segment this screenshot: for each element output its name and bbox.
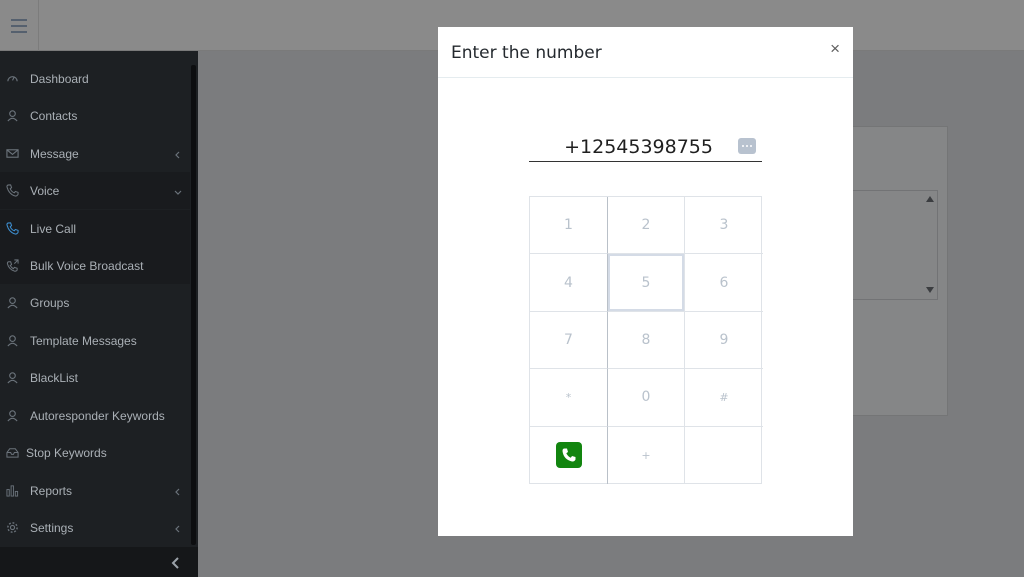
phone-number-input[interactable]	[529, 132, 719, 161]
blacklist-icon	[5, 371, 19, 385]
key-star[interactable]: *	[530, 369, 608, 427]
key-0[interactable]: 0	[608, 369, 685, 427]
sidebar-item-label: Stop Keywords	[26, 445, 107, 460]
envelope-icon	[5, 147, 19, 161]
phone-icon	[5, 222, 19, 236]
dialer-modal: Enter the number × 1 2 3 4 5 6 7 8 9 * 0…	[438, 27, 853, 536]
sidebar-item-label: Autoresponder Keywords	[30, 408, 165, 423]
sidebar-item-label: Reports	[30, 483, 73, 498]
chevron-down-icon	[174, 185, 184, 195]
key-2[interactable]: 2	[608, 197, 685, 255]
contacts-icon	[5, 109, 19, 123]
sidebar-item-bulk-voice-broadcast[interactable]: Bulk Voice Broadcast	[0, 247, 190, 284]
sidebar-scrollbar[interactable]	[191, 65, 196, 545]
sidebar-item-label: Dashboard	[30, 71, 89, 86]
phone-call-icon	[555, 442, 582, 469]
sidebar-item-autoresponder-keywords[interactable]: Autoresponder Keywords	[0, 397, 190, 434]
hamburger-menu-icon[interactable]	[0, 0, 39, 51]
sidebar-collapse-button[interactable]	[0, 547, 198, 577]
key-6[interactable]: 6	[685, 254, 763, 312]
sidebar-item-label: Settings	[30, 520, 74, 535]
sidebar-item-label: Bulk Voice Broadcast	[30, 258, 144, 273]
chevron-left-icon	[170, 556, 182, 569]
sidebar: Dashboard Contacts Message Voice Live Ca…	[0, 51, 198, 577]
gear-icon	[5, 521, 19, 535]
sidebar-item-groups[interactable]: Groups	[0, 284, 190, 321]
key-1[interactable]: 1	[530, 197, 608, 255]
sidebar-item-reports[interactable]: Reports	[0, 472, 190, 509]
modal-title: Enter the number	[451, 43, 602, 63]
sidebar-item-message[interactable]: Message	[0, 135, 190, 172]
autoresponder-icon	[5, 409, 19, 423]
sidebar-item-voice[interactable]: Voice	[0, 172, 190, 209]
key-3[interactable]: 3	[685, 197, 763, 255]
sidebar-item-label: Message	[30, 146, 79, 161]
phone-icon	[5, 184, 19, 198]
phone-number-field	[529, 132, 762, 162]
groups-icon	[5, 296, 19, 310]
phone-forward-icon	[5, 259, 19, 273]
sidebar-item-label: Groups	[30, 295, 70, 310]
key-hash[interactable]: #	[685, 369, 763, 427]
key-4[interactable]: 4	[530, 254, 608, 312]
close-icon[interactable]: ×	[830, 40, 840, 57]
sidebar-item-template-messages[interactable]: Template Messages	[0, 322, 190, 359]
template-icon	[5, 334, 19, 348]
key-5[interactable]: 5	[608, 254, 685, 312]
sidebar-item-dashboard[interactable]: Dashboard	[0, 60, 190, 97]
sidebar-item-blacklist[interactable]: BlackList	[0, 359, 190, 396]
sidebar-item-label: Contacts	[30, 108, 78, 123]
stop-icon	[5, 446, 19, 460]
background-listbox	[852, 190, 938, 300]
chevron-left-icon	[174, 485, 184, 496]
sidebar-item-settings[interactable]: Settings	[0, 509, 190, 546]
dial-keypad: 1 2 3 4 5 6 7 8 9 * 0 # +	[529, 196, 763, 484]
sidebar-item-label: BlackList	[30, 370, 79, 385]
chevron-left-icon	[174, 148, 184, 159]
sidebar-item-label: Live Call	[30, 221, 77, 236]
sidebar-item-contacts[interactable]: Contacts	[0, 97, 190, 134]
scroll-down-arrow-icon	[926, 287, 934, 293]
scroll-up-arrow-icon	[926, 196, 934, 202]
key-7[interactable]: 7	[530, 311, 608, 370]
dashboard-icon	[5, 72, 19, 86]
key-plus[interactable]: +	[608, 426, 685, 484]
sidebar-item-label: Voice	[30, 183, 60, 198]
modal-header: Enter the number ×	[438, 27, 853, 78]
bar-chart-icon	[5, 484, 19, 498]
call-button[interactable]	[530, 426, 608, 484]
key-8[interactable]: 8	[608, 311, 685, 370]
key-empty	[685, 427, 763, 484]
sidebar-item-label: Template Messages	[30, 333, 137, 348]
sidebar-item-live-call[interactable]: Live Call	[0, 210, 190, 247]
key-9[interactable]: 9	[685, 312, 763, 370]
sidebar-item-stop-keywords[interactable]: Stop Keywords	[0, 434, 190, 471]
chevron-left-icon	[174, 522, 184, 533]
more-options-icon[interactable]	[738, 138, 756, 154]
